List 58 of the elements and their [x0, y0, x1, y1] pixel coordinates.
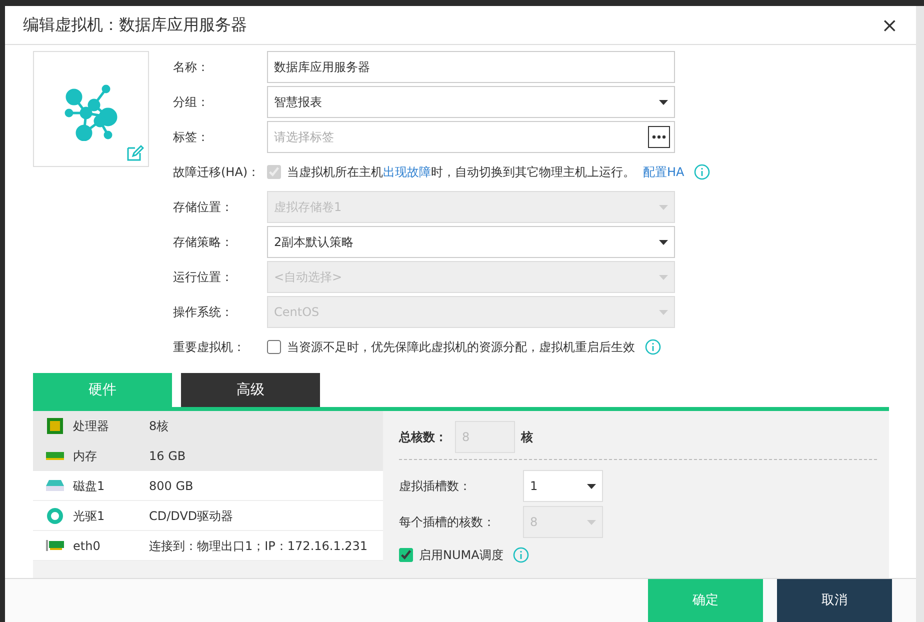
total-cores-label: 总核数：	[399, 429, 447, 446]
chip-icon	[47, 418, 63, 434]
hardware-row[interactable]: 光驱1 CD/DVD驱动器	[33, 501, 383, 531]
caret-icon	[587, 484, 596, 488]
field-label: 操作系统：	[173, 304, 234, 321]
hardware-value: 8核	[149, 418, 169, 434]
dialog-title: 编辑虚拟机：数据库应用服务器	[23, 14, 247, 36]
hardware-name: 磁盘1	[73, 478, 106, 494]
disc-icon	[47, 508, 63, 524]
caret-icon	[659, 274, 668, 280]
caret-icon	[659, 204, 668, 210]
field-label: 存储策略：	[173, 234, 234, 251]
network-card-icon	[46, 540, 64, 551]
checkbox[interactable]	[267, 340, 281, 354]
tab[interactable]: 高级	[181, 373, 320, 407]
disk-drive-icon	[46, 480, 64, 491]
field-label: 每个插槽的核数：	[399, 514, 496, 531]
hardware-value: CD/DVD驱动器	[149, 508, 234, 524]
more-button[interactable]	[648, 126, 670, 148]
more-icon	[652, 135, 666, 139]
caret-icon	[659, 100, 668, 104]
hardware-value: 800 GB	[149, 478, 194, 494]
hardware-name: 内存	[73, 448, 98, 464]
caret-icon	[659, 310, 668, 314]
select-field[interactable]: 2副本默认策略	[267, 226, 675, 258]
hardware-row[interactable]: 处理器 8核	[33, 411, 383, 441]
hardware-name: 光驱1	[73, 508, 106, 524]
hardware-row[interactable]: 内存 16 GB	[33, 441, 383, 471]
field-label: 运行位置：	[173, 269, 234, 286]
hardware-name: 处理器	[73, 418, 110, 434]
cancel-button[interactable]: 取消	[777, 579, 892, 622]
close-button[interactable]: ×	[877, 15, 902, 35]
field-label: 虚拟插槽数：	[399, 478, 472, 495]
hardware-name: eth0	[73, 538, 102, 554]
caret-icon	[659, 240, 668, 244]
info-icon	[513, 547, 530, 563]
hardware-row[interactable]: 磁盘1 800 GB	[33, 471, 383, 501]
field-label: 标签：	[173, 129, 210, 146]
tag-field[interactable]: 请选择标签	[267, 121, 675, 153]
caret-icon	[587, 520, 596, 524]
hardware-value: 连接到：物理出口1；IP：172.16.1.231	[149, 538, 368, 554]
checkbox-label: 启用NUMA调度	[419, 547, 504, 564]
select-field[interactable]: 1	[523, 470, 603, 502]
field-label: 故障迁移(HA)：	[173, 164, 261, 181]
field-label: 名称：	[173, 59, 210, 76]
field-label: 存储位置：	[173, 199, 234, 216]
text-field[interactable]: 数据库应用服务器	[267, 51, 675, 83]
memory-stick-icon	[46, 451, 64, 460]
field-label: 分组：	[173, 94, 210, 111]
select-field[interactable]: 智慧报表	[267, 86, 675, 118]
checkbox-label: 当虚拟机所在主机出现故障时，自动切换到其它物理主机上运行。	[287, 164, 635, 181]
hardware-row[interactable]: eth0 连接到：物理出口1；IP：172.16.1.231	[33, 531, 383, 561]
checkbox[interactable]	[399, 548, 413, 562]
checkbox-label: 当资源不足时，优先保障此虚拟机的资源分配，虚拟机重启后生效	[287, 339, 635, 356]
hardware-value: 16 GB	[149, 448, 186, 464]
scrollbar[interactable]	[916, 6, 924, 622]
field-label: 重要虚拟机：	[173, 339, 246, 356]
unit-label: 核	[521, 429, 533, 446]
